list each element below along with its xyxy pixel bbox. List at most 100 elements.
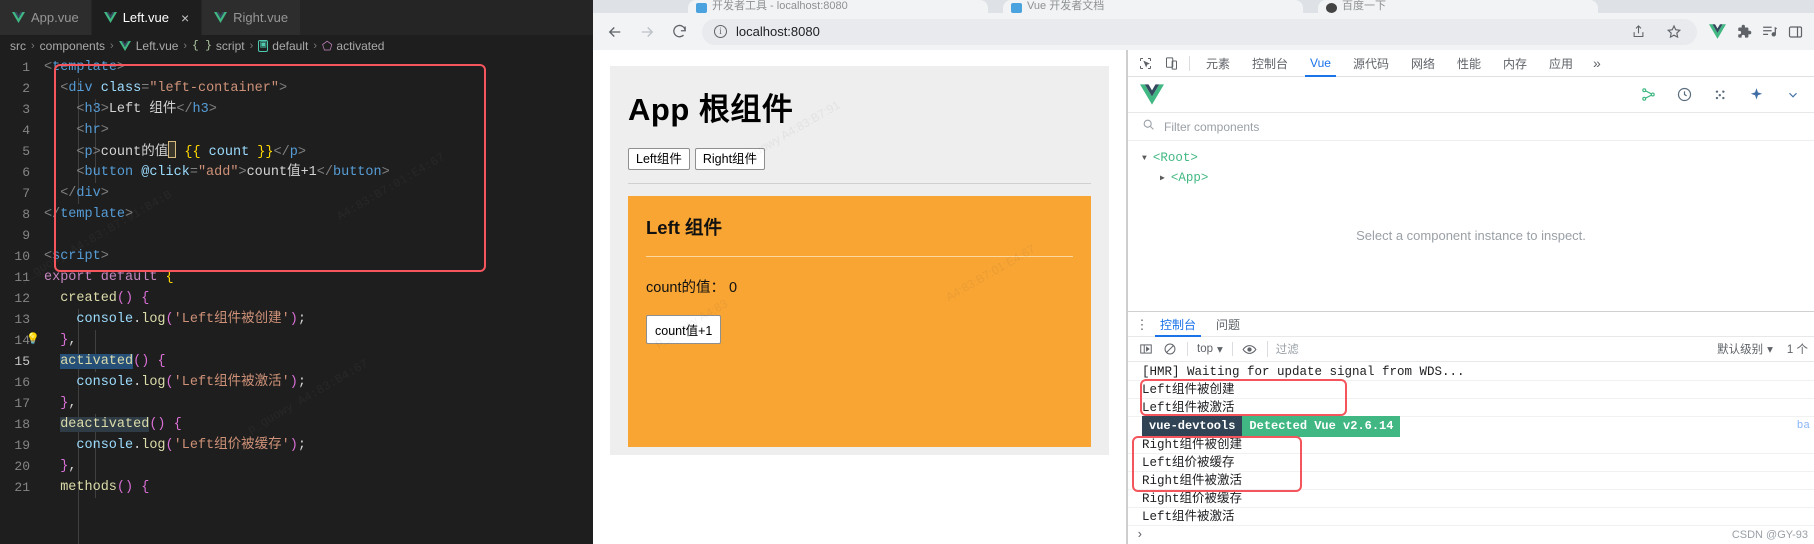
console-level-selector[interactable]: 默认级别 ▾ [1709,341,1781,357]
line-number: 12 [14,291,30,306]
line-number: 9 [22,228,30,243]
left-component-button[interactable]: Left组件 [628,148,690,170]
breadcrumb-item-left-vue[interactable]: Left.vue [118,39,178,53]
vue-devtools-extension-icon[interactable] [1706,21,1728,43]
breadcrumb-item-activated[interactable]: ⬠ activated [322,39,384,53]
line-number: 19 [14,438,30,453]
console-context-selector[interactable]: top ▾ [1193,342,1227,356]
devtools-tab-performance[interactable]: 性能 [1446,50,1492,77]
close-icon[interactable]: × [181,11,189,25]
devtools-tab-memory[interactable]: 内存 [1492,50,1538,77]
chevron-down-icon[interactable] [1783,85,1802,104]
code-line: 19 console.log('Left组价被缓存'); [0,435,593,456]
devtools-tab-sources[interactable]: 源代码 [1342,50,1400,77]
increment-count-button[interactable]: count值+1 [646,315,722,344]
editor-tab-right-vue[interactable]: Right.vue [202,0,302,35]
breadcrumb-separator: › [110,40,114,52]
code-editor[interactable]: p_guowy A4:83:B7:91:B4:B A4:83:B7:01:E4:… [0,57,593,544]
vscode-window: App.vue Left.vue × Right.vue src › compo… [0,0,593,544]
browser-toolbar: i localhost:8080 [593,13,1814,50]
info-icon[interactable]: i [714,25,727,38]
console-log-entry: Left组件被激活 [1128,399,1814,417]
forward-button[interactable] [633,18,661,46]
console-tab-issues[interactable]: 问题 [1206,312,1250,337]
timeline-history-icon[interactable] [1675,85,1694,104]
console-filter-input[interactable]: 过滤 [1266,341,1709,357]
tree-node-root[interactable]: ▼ <Root> [1142,148,1814,168]
browser-tab[interactable]: 开发者工具 - localhost:8080 [688,0,988,13]
favicon-icon [696,3,707,13]
settings-dots-icon[interactable] [1711,85,1730,104]
line-number: 4 [22,123,30,138]
component-tree-icon[interactable] [1639,85,1658,104]
vue-icon [118,40,132,52]
breadcrumb-item-default[interactable]: ▣ default [258,39,308,53]
line-number: 15 [14,354,30,369]
more-options-icon[interactable]: ⋮ [1134,318,1150,331]
devtools-tab-network[interactable]: 网络 [1400,50,1446,77]
right-component-button[interactable]: Right组件 [694,148,766,170]
extensions-puzzle-icon[interactable] [1732,21,1754,43]
devtools-tab-elements[interactable]: 元素 [1195,50,1241,77]
browser-tab[interactable]: 百度一下 [1318,0,1598,13]
code-text: <p>count的值 {{ count }}</p> [44,141,306,162]
device-toolbar-icon[interactable] [1158,51,1184,75]
code-line: 12 created() { [0,288,593,309]
tree-node-app[interactable]: ▶ <App> [1142,168,1814,188]
devtools-more-tabs-button[interactable]: » [1584,55,1610,71]
inspect-element-icon[interactable] [1132,51,1158,75]
share-icon[interactable] [1627,21,1649,43]
favicon-icon [1011,3,1022,13]
sidebar-icon[interactable] [1784,21,1806,43]
console-input-prompt[interactable]: › [1128,526,1814,544]
console-sidebar-icon[interactable] [1134,339,1158,359]
browser-tab-title: 百度一下 [1342,0,1386,12]
console-log-entry: Left组件被激活 [1128,508,1814,526]
code-line: 21 methods() { [0,477,593,498]
clear-console-icon[interactable] [1158,339,1182,359]
address-bar[interactable]: i localhost:8080 [702,18,1697,45]
vue-icon [214,12,228,23]
code-text: </div> [60,186,109,201]
code-text: <script> [44,249,109,264]
devtools-tab-console[interactable]: 控制台 [1241,50,1299,77]
code-line: 11 export default { [0,267,593,288]
browser-tab[interactable]: Vue 开发者文档 [1003,0,1303,13]
reload-button[interactable] [665,18,693,46]
console-log-list[interactable]: [HMR] Waiting for update signal from WDS… [1128,362,1814,544]
media-list-icon[interactable] [1758,21,1780,43]
line-number: 20 [14,459,30,474]
editor-tab-app-vue[interactable]: App.vue [0,0,92,35]
chevron-down-icon[interactable]: ▼ [1142,154,1147,163]
code-text: export default { [44,270,174,285]
breadcrumb-item-src[interactable]: src [10,39,26,53]
code-text: }, [60,396,77,411]
log-source-link[interactable]: ba [1797,417,1814,436]
breadcrumb-item-script[interactable]: { } script [192,39,244,53]
back-button[interactable] [601,18,629,46]
breadcrumb-item-components[interactable]: components [40,39,105,53]
live-expression-eye-icon[interactable] [1238,339,1262,359]
devtools-tab-vue[interactable]: Vue [1299,50,1342,77]
favicon-icon [1326,3,1337,13]
filter-components-input[interactable]: Filter components [1164,120,1259,134]
devtools-panel: 元素 控制台 Vue 源代码 网络 性能 内存 应用 » Filter comp… [1127,50,1814,544]
code-line: 9 [0,225,593,246]
code-text: </template> [44,207,134,222]
divider [646,256,1073,257]
lightbulb-icon[interactable]: 💡 [26,330,40,351]
console-tab-console[interactable]: 控制台 [1150,312,1206,337]
editor-tabbar: App.vue Left.vue × Right.vue [0,0,593,35]
divider [1187,342,1188,356]
module-icon: ▣ [258,40,269,52]
divider [628,183,1091,184]
code-text: <hr> [76,123,109,138]
devtools-tab-application[interactable]: 应用 [1538,50,1584,77]
chevron-right-icon[interactable]: ▶ [1160,173,1165,183]
editor-tab-left-vue[interactable]: Left.vue × [91,0,203,35]
bookmark-star-icon[interactable] [1663,21,1685,43]
breadcrumb-label: activated [336,39,385,53]
component-filter-row[interactable]: Filter components [1128,113,1814,141]
code-line: 20 }, [0,456,593,477]
sparkle-icon[interactable] [1747,85,1766,104]
